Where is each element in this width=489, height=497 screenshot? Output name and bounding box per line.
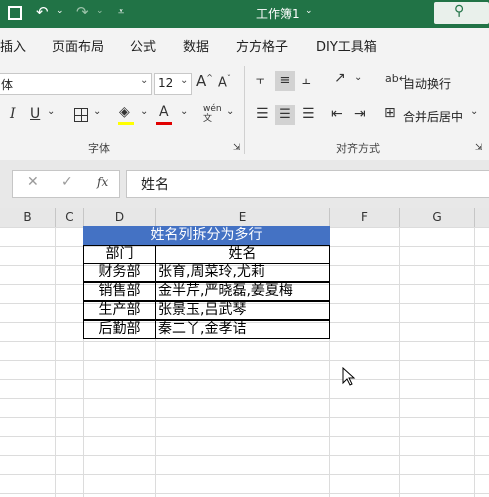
undo-icon[interactable]: ↶ bbox=[36, 3, 49, 21]
table-row-dept[interactable]: 生产部 bbox=[83, 301, 156, 320]
increase-font-size-icon[interactable]: A^ bbox=[196, 72, 213, 90]
table-row-dept[interactable]: 财务部 bbox=[83, 263, 156, 282]
column-header-b[interactable]: B bbox=[0, 208, 56, 227]
font-group-label: 字体 bbox=[88, 142, 110, 155]
tab-data[interactable]: 数据 bbox=[183, 36, 209, 55]
formula-content: 姓名 bbox=[141, 177, 169, 193]
merge-center-icon[interactable]: ⊞ bbox=[384, 105, 396, 121]
decrease-indent-icon[interactable]: ⇤ bbox=[331, 106, 343, 122]
tab-fangfang[interactable]: 方方格子 bbox=[236, 36, 288, 55]
window-title: 工作簿1 bbox=[256, 7, 300, 21]
table-row-dept[interactable]: 后勤部 bbox=[83, 320, 156, 339]
mouse-cursor-icon bbox=[342, 367, 356, 386]
underline-dropdown-icon[interactable]: ⌄ bbox=[47, 106, 55, 117]
phonetic-icon[interactable]: wén 文 bbox=[203, 104, 222, 124]
fill-color-dropdown-icon[interactable]: ⌄ bbox=[140, 106, 148, 117]
cancel-icon[interactable]: ✕ bbox=[27, 174, 39, 190]
formula-input[interactable]: 姓名 bbox=[126, 170, 489, 198]
search-icon: ⚲ bbox=[454, 3, 465, 19]
insert-function-icon[interactable]: fx bbox=[97, 175, 108, 189]
column-header-g[interactable]: G bbox=[400, 208, 475, 227]
title-dropdown-icon[interactable]: ⌄ bbox=[305, 6, 313, 16]
font-size-select[interactable]: 12 ⌄ bbox=[154, 73, 192, 95]
merge-center-button[interactable]: 合并后居中 bbox=[403, 108, 463, 125]
borders-dropdown-icon[interactable]: ⌄ bbox=[93, 106, 101, 117]
column-header-c[interactable]: C bbox=[56, 208, 84, 227]
align-middle-icon[interactable]: ≡ bbox=[275, 71, 295, 91]
alignment-dialog-launcher-icon[interactable]: ⇲ bbox=[475, 143, 483, 153]
merge-center-dropdown-icon[interactable]: ⌄ bbox=[470, 106, 478, 117]
column-headers: B C D E F G bbox=[0, 208, 489, 228]
fill-color-icon[interactable]: ◈ bbox=[119, 104, 130, 120]
alignment-group-label: 对齐方式 bbox=[336, 142, 380, 155]
group-divider bbox=[244, 66, 245, 154]
redo-dropdown-icon[interactable]: ⌄ bbox=[96, 6, 104, 16]
grid-line bbox=[55, 227, 56, 497]
header-name-cell[interactable]: 姓名 bbox=[155, 245, 330, 264]
column-header-f[interactable]: F bbox=[330, 208, 400, 227]
ribbon: 体 ⌄ 12 ⌄ A^ Aˇ I U ⌄ ⌄ ◈ ⌄ A ⌄ wén 文 ⌄ 字体… bbox=[0, 60, 489, 161]
font-dialog-launcher-icon[interactable]: ⇲ bbox=[233, 143, 241, 153]
undo-dropdown-icon[interactable]: ⌄ bbox=[56, 6, 64, 16]
customize-toolbar-icon[interactable]: ⩡ bbox=[118, 5, 124, 19]
search-box[interactable]: ⚲ bbox=[434, 2, 489, 24]
column-header-d[interactable]: D bbox=[84, 208, 156, 227]
table-row-names[interactable]: 秦二丫,金孝诘 bbox=[155, 320, 330, 339]
tab-insert[interactable]: 插入 bbox=[0, 36, 26, 55]
phonetic-dropdown-icon[interactable]: ⌄ bbox=[226, 106, 234, 117]
name-box[interactable]: ✕ ✓ fx bbox=[12, 170, 120, 198]
align-right-icon[interactable]: ☰ bbox=[302, 106, 315, 122]
decrease-font-size-icon[interactable]: Aˇ bbox=[218, 74, 231, 90]
increase-indent-icon[interactable]: ⇥ bbox=[354, 106, 366, 122]
wrap-text-button[interactable]: 自动换行 bbox=[403, 75, 451, 92]
align-top-icon[interactable]: ⫟ bbox=[256, 72, 264, 88]
font-color-swatch bbox=[156, 122, 172, 125]
align-center-icon[interactable]: ☰ bbox=[275, 105, 295, 125]
enter-icon[interactable]: ✓ bbox=[61, 174, 73, 190]
chevron-down-icon: ⌄ bbox=[140, 75, 149, 86]
tab-diy-toolbox[interactable]: DIY工具箱 bbox=[316, 36, 377, 55]
table-row-names[interactable]: 张景玉,吕武琴 bbox=[155, 301, 330, 320]
header-dept-cell[interactable]: 部门 bbox=[83, 245, 156, 264]
grid-line bbox=[399, 227, 400, 497]
tab-formulas[interactable]: 公式 bbox=[130, 36, 156, 55]
chevron-down-icon: ⌄ bbox=[180, 75, 189, 86]
align-bottom-icon[interactable]: ⫠ bbox=[302, 72, 310, 88]
underline-icon[interactable]: U bbox=[30, 106, 40, 122]
orientation-dropdown-icon[interactable]: ⌄ bbox=[354, 72, 362, 83]
font-size-value: 12 bbox=[158, 76, 174, 90]
tab-page-layout[interactable]: 页面布局 bbox=[52, 36, 104, 55]
orientation-icon[interactable]: ↗ bbox=[334, 70, 346, 86]
align-left-icon[interactable]: ☰ bbox=[256, 106, 269, 122]
table-title-cell[interactable]: 姓名列拆分为多行 bbox=[83, 226, 330, 245]
font-name-value: 体 bbox=[1, 78, 14, 92]
save-icon[interactable] bbox=[8, 6, 22, 20]
italic-icon[interactable]: I bbox=[10, 106, 16, 122]
font-color-dropdown-icon[interactable]: ⌄ bbox=[180, 106, 188, 117]
column-header-e[interactable]: E bbox=[156, 208, 330, 227]
borders-icon[interactable] bbox=[74, 108, 88, 122]
fill-color-swatch bbox=[118, 122, 134, 125]
redo-icon[interactable]: ↷ bbox=[76, 3, 89, 21]
font-name-select[interactable]: 体 ⌄ bbox=[0, 73, 152, 95]
ribbon-tabs: 插入 页面布局 公式 数据 方方格子 DIY工具箱 bbox=[0, 28, 489, 60]
font-color-icon[interactable]: A bbox=[159, 104, 169, 120]
table-row-dept[interactable]: 销售部 bbox=[83, 282, 156, 301]
table-row-names[interactable]: 金半芹,严晓磊,姜夏梅 bbox=[155, 282, 330, 301]
title-bar: ↶ ⌄ ↷ ⌄ ⩡ 工作簿1 ⌄ ⚲ bbox=[0, 0, 489, 28]
table-row-names[interactable]: 张育,周菜玲,尤莉 bbox=[155, 263, 330, 282]
grid-line bbox=[474, 227, 475, 497]
